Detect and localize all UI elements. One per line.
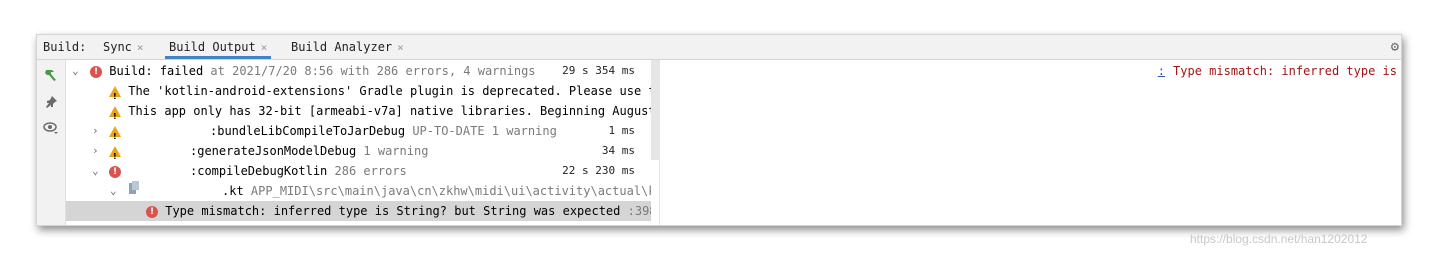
tree-scrollbar[interactable] xyxy=(651,60,659,160)
error-line: :398 xyxy=(627,204,651,218)
chevron-right-icon[interactable]: › xyxy=(92,121,99,141)
task-status: 1 warning xyxy=(363,144,429,158)
warning-icon xyxy=(109,146,121,161)
root-time: 29 s 354 ms xyxy=(562,64,635,77)
kotlin-file-icon xyxy=(128,181,140,201)
watermark: https://blog.csdn.net/han1202012 xyxy=(1190,232,1368,246)
build-sidebar xyxy=(37,60,66,225)
build-tree: ⌄ ! Build: failed at 2021/7/20 8:56 with… xyxy=(66,60,651,225)
task-status: 286 errors xyxy=(334,164,407,178)
chevron-down-icon[interactable]: ⌄ xyxy=(72,61,79,81)
warning-text: This app only has 32-bit [armeabi-v7a] n… xyxy=(128,104,651,118)
tree-row-warning[interactable]: This app only has 32-bit [armeabi-v7a] n… xyxy=(66,101,651,121)
tree-row-task[interactable]: › :generateJsonModelDebug 1 warning 34 m… xyxy=(66,141,651,161)
error-icon: ! xyxy=(109,165,121,178)
task-name: :compileDebugKotlin xyxy=(190,164,328,178)
task-time: 34 ms xyxy=(601,144,635,157)
task-time: 22 s 230 ms xyxy=(562,164,635,177)
error-detail: : Type mismatch: inferred type is xyxy=(1158,64,1397,78)
chevron-down-icon[interactable]: ⌄ xyxy=(110,181,117,201)
tab-sync[interactable]: Sync × xyxy=(99,35,148,59)
tree-row-file[interactable]: ⌄ .kt APP_MIDI\src\main\java\cn\zkhw\mid… xyxy=(66,181,651,201)
build-label: Build: xyxy=(43,40,87,54)
warning-icon xyxy=(109,106,121,121)
warning-text: The 'kotlin-android-extensions' Gradle p… xyxy=(128,84,651,98)
build-tabbar: Build: Sync × Build Output × Build Analyze… xyxy=(37,35,1401,60)
close-icon[interactable]: × xyxy=(397,41,404,54)
eye-icon[interactable] xyxy=(43,120,59,136)
task-name: :generateJsonModelDebug xyxy=(190,144,357,158)
file-name: .kt xyxy=(222,184,244,198)
warning-icon xyxy=(109,86,121,101)
gear-icon[interactable]: ⚙ xyxy=(1391,39,1399,55)
tab-build-analyzer[interactable]: Build Analyzer × xyxy=(287,35,408,59)
tab-sync-label: Sync xyxy=(103,40,132,54)
pane-divider[interactable] xyxy=(659,60,660,225)
chevron-down-icon[interactable]: ⌄ xyxy=(92,161,99,181)
file-link[interactable]: : xyxy=(1158,64,1165,78)
tree-row-error[interactable]: ! Type mismatch: inferred type is String… xyxy=(66,201,651,221)
file-path: APP_MIDI\src\main\java\cn\zkhw\midi\ui\a… xyxy=(250,184,651,198)
close-icon[interactable]: × xyxy=(261,41,268,54)
root-detail: at 2021/7/20 8:56 with 286 errors, 4 war… xyxy=(210,64,536,78)
error-icon: ! xyxy=(146,205,158,218)
tree-row-task[interactable]: ⌄ ! :compileDebugKotlin 286 errors 22 s … xyxy=(66,161,651,181)
tab-build-output[interactable]: Build Output × xyxy=(165,35,272,59)
task-name: :bundleLibCompileToJarDebug xyxy=(210,124,406,138)
pin-icon[interactable] xyxy=(43,94,59,110)
build-tool-window: Build: Sync × Build Output × Build Analyze… xyxy=(36,34,1402,226)
error-message: Type mismatch: inferred type is String? … xyxy=(165,204,621,218)
warning-icon xyxy=(109,126,121,141)
tab-build-output-label: Build Output xyxy=(169,40,256,54)
tab-build-analyzer-label: Build Analyzer xyxy=(291,40,393,54)
tree-row-task[interactable]: › :bundleLibCompileToJarDebug UP-TO-DATE… xyxy=(66,121,651,141)
tree-row-root[interactable]: ⌄ ! Build: failed at 2021/7/20 8:56 with… xyxy=(66,61,651,81)
detail-message: Type mismatch: inferred type is xyxy=(1173,64,1397,78)
root-label: Build: xyxy=(109,64,153,78)
root-status: failed xyxy=(159,64,204,78)
task-time: 1 ms xyxy=(608,124,636,137)
hammer-icon[interactable] xyxy=(43,67,59,83)
tree-row-warning[interactable]: The 'kotlin-android-extensions' Gradle p… xyxy=(66,81,651,101)
close-icon[interactable]: × xyxy=(137,41,144,54)
error-icon: ! xyxy=(90,65,102,78)
chevron-right-icon[interactable]: › xyxy=(92,141,99,161)
task-status: UP-TO-DATE 1 warning xyxy=(412,124,557,138)
